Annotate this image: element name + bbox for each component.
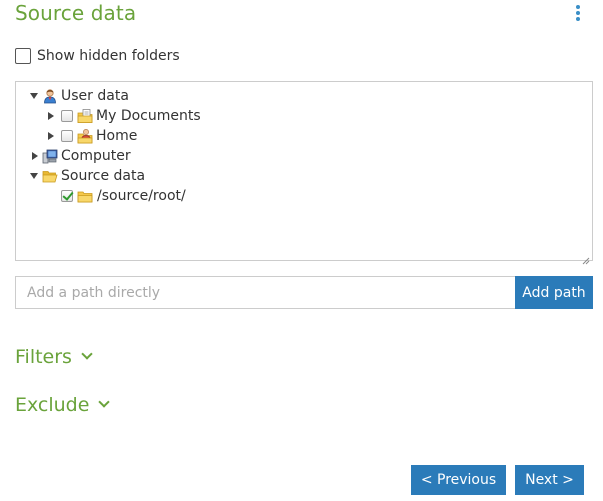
- expand-arrow-icon[interactable]: [46, 111, 55, 121]
- page-title: Source data: [15, 1, 137, 25]
- chevron-down-icon: [99, 398, 109, 408]
- show-hidden-folders-label: Show hidden folders: [37, 47, 180, 64]
- add-path-button[interactable]: Add path: [515, 276, 593, 309]
- user-icon: [42, 88, 58, 104]
- tree-node-label: Source data: [61, 168, 146, 184]
- tree-node-source-root[interactable]: /source/root/: [61, 187, 186, 205]
- chevron-down-icon: [82, 350, 92, 360]
- tree-node-label: My Documents: [96, 108, 201, 124]
- resize-grip-icon[interactable]: [582, 250, 590, 265]
- my-documents-checkbox[interactable]: [61, 110, 73, 122]
- home-checkbox[interactable]: [61, 130, 73, 142]
- previous-button[interactable]: < Previous: [411, 465, 506, 495]
- collapse-arrow-icon[interactable]: [30, 171, 39, 181]
- next-button[interactable]: Next >: [515, 465, 584, 495]
- show-hidden-folders-checkbox[interactable]: [15, 47, 31, 64]
- filters-label: Filters: [15, 346, 72, 368]
- tree-node-user-data[interactable]: User data: [30, 87, 129, 105]
- exclude-label: Exclude: [15, 394, 90, 416]
- tree-node-home[interactable]: Home: [46, 127, 137, 145]
- tree-node-my-documents[interactable]: My Documents: [46, 107, 201, 125]
- tree-node-computer[interactable]: Computer: [30, 147, 131, 165]
- source-root-checkbox[interactable]: [61, 190, 73, 202]
- tree-node-label: /source/root/: [97, 188, 186, 204]
- tree-node-source-data[interactable]: Source data: [30, 167, 145, 185]
- filters-section-toggle[interactable]: Filters: [15, 346, 92, 368]
- add-path-input[interactable]: [15, 276, 515, 309]
- collapse-arrow-icon[interactable]: [30, 91, 39, 101]
- documents-folder-icon: [77, 108, 93, 124]
- folder-tree[interactable]: User data My Documents Home Computer Sou…: [15, 81, 593, 265]
- tree-node-label: Home: [96, 128, 138, 144]
- show-hidden-folders-option[interactable]: Show hidden folders: [15, 46, 180, 65]
- computer-icon: [42, 148, 58, 164]
- home-folder-icon: [77, 128, 93, 144]
- expand-arrow-icon[interactable]: [46, 131, 55, 141]
- expand-arrow-icon[interactable]: [30, 151, 39, 161]
- tree-node-label: Computer: [61, 148, 131, 164]
- exclude-section-toggle[interactable]: Exclude: [15, 394, 109, 416]
- folder-icon: [77, 188, 93, 204]
- kebab-menu-icon[interactable]: [573, 4, 583, 24]
- open-folder-icon: [42, 168, 58, 184]
- tree-node-label: User data: [61, 88, 129, 104]
